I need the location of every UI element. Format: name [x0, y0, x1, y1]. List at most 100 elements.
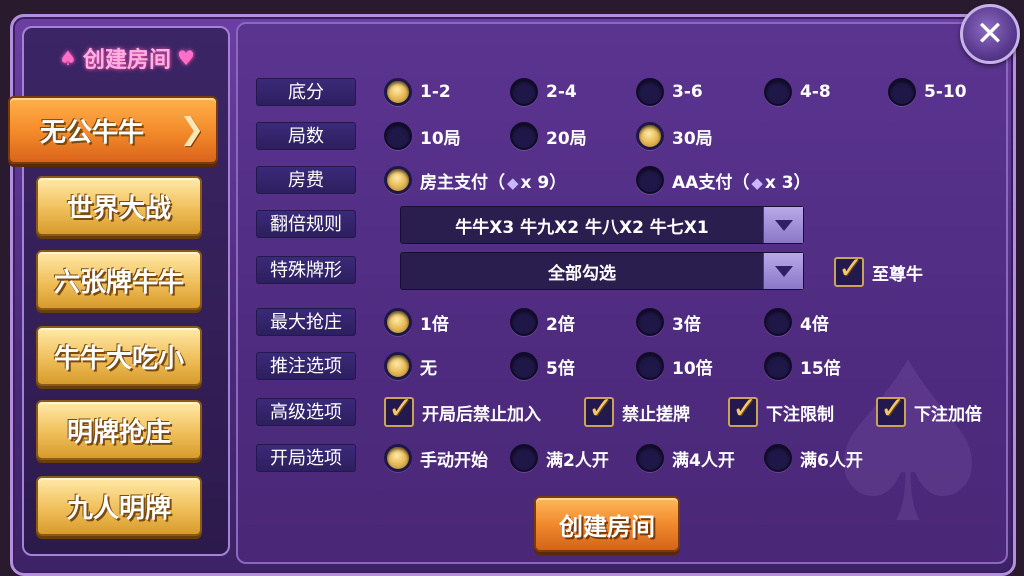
- radio[interactable]: [510, 122, 538, 150]
- option-label: 2-4: [546, 82, 577, 102]
- left-title-text: 创建房间: [82, 48, 171, 73]
- option-push-15x[interactable]: 15倍: [764, 350, 841, 382]
- option-no-join-after-start[interactable]: ✓ 开局后禁止加入: [384, 391, 541, 428]
- radio[interactable]: [510, 78, 538, 106]
- option-label: 满6人开: [800, 450, 863, 471]
- option-bid-4x[interactable]: 4倍: [764, 306, 829, 338]
- option-label: 20局: [546, 128, 587, 149]
- checkmark-icon: ✓: [732, 391, 758, 426]
- fee-amount: x 3）: [764, 172, 811, 193]
- option-label: 5-10: [924, 82, 967, 102]
- option-label: 15倍: [800, 358, 841, 379]
- option-label: 开局后禁止加入: [422, 404, 541, 425]
- option-push-none[interactable]: 无: [384, 350, 437, 382]
- option-push-10x[interactable]: 10倍: [636, 350, 713, 382]
- close-icon[interactable]: ✕: [960, 4, 1020, 64]
- option-bid-2x[interactable]: 2倍: [510, 306, 575, 338]
- radio-selected[interactable]: [384, 352, 412, 380]
- tab-label: 六张牌牛牛: [53, 267, 184, 298]
- tab-niuniu-big-eat-small[interactable]: 牛牛大吃小: [36, 326, 202, 386]
- option-manual-start[interactable]: 手动开始: [384, 442, 488, 474]
- option-label: 4-8: [800, 82, 831, 102]
- tab-open-card-banker[interactable]: 明牌抢庄: [36, 400, 202, 460]
- checkbox-checked[interactable]: ✓: [728, 391, 758, 427]
- chevron-down-icon[interactable]: [763, 207, 803, 243]
- row-push-bet: 推注选项 无 5倍 10倍 15倍: [238, 350, 1006, 386]
- radio[interactable]: [636, 308, 664, 336]
- row-max-banker-bid: 最大抢庄 1倍 2倍 3倍 4倍: [238, 306, 1006, 342]
- checkbox-checked[interactable]: ✓: [876, 391, 906, 427]
- radio[interactable]: [764, 78, 792, 106]
- diamond-icon: ◆: [507, 173, 519, 192]
- option-push-5x[interactable]: 5倍: [510, 350, 575, 382]
- heart-icon: ♥: [177, 46, 195, 70]
- row-advanced: 高级选项 ✓ 开局后禁止加入 ✓ 禁止搓牌 ✓ 下注限制 ✓ 下注加倍: [238, 391, 1006, 432]
- multiplier-rule-select[interactable]: 牛牛X3 牛九X2 牛八X2 牛七X1: [400, 206, 804, 244]
- checkmark-icon: ✓: [838, 251, 864, 286]
- radio[interactable]: [384, 122, 412, 150]
- radio[interactable]: [510, 352, 538, 380]
- option-rounds-30[interactable]: 30局: [636, 120, 713, 152]
- checkmark-icon: ✓: [388, 391, 414, 426]
- checkbox-checked[interactable]: ✓: [584, 391, 614, 427]
- radio[interactable]: [636, 444, 664, 472]
- radio[interactable]: [764, 352, 792, 380]
- option-label: 下注限制: [766, 404, 834, 425]
- fee-amount: x 9）: [520, 172, 567, 193]
- option-start-at-2[interactable]: 满2人开: [510, 442, 609, 474]
- option-label: 无: [420, 358, 437, 379]
- row-label: 翻倍规则: [256, 210, 356, 238]
- radio[interactable]: [510, 444, 538, 472]
- option-bet-limit[interactable]: ✓ 下注限制: [728, 391, 834, 428]
- option-fee-owner-pays[interactable]: 房主支付（ ◆ x 9）: [384, 164, 566, 196]
- row-label: 最大抢庄: [256, 308, 356, 336]
- tab-wugong-niuniu[interactable]: 无公牛牛 ❯: [8, 96, 218, 164]
- radio-selected[interactable]: [384, 166, 412, 194]
- checkbox-checked[interactable]: ✓: [384, 391, 414, 427]
- option-base-5-10[interactable]: 5-10: [888, 76, 967, 108]
- option-bid-1x[interactable]: 1倍: [384, 306, 449, 338]
- option-start-at-6[interactable]: 满6人开: [764, 442, 863, 474]
- radio[interactable]: [510, 308, 538, 336]
- radio[interactable]: [888, 78, 916, 106]
- radio-selected[interactable]: [384, 308, 412, 336]
- special-hands-select[interactable]: 全部勾选: [400, 252, 804, 290]
- tab-world-war[interactable]: 世界大战: [36, 176, 202, 236]
- radio[interactable]: [764, 444, 792, 472]
- tab-label: 九人明牌: [66, 493, 171, 524]
- option-start-at-4[interactable]: 满4人开: [636, 442, 735, 474]
- create-room-button[interactable]: 创建房间: [534, 496, 680, 552]
- radio[interactable]: [764, 308, 792, 336]
- tab-six-card-niuniu[interactable]: 六张牌牛牛: [36, 250, 202, 310]
- option-rounds-20[interactable]: 20局: [510, 120, 587, 152]
- row-label: 高级选项: [256, 398, 356, 426]
- row-label: 推注选项: [256, 352, 356, 380]
- option-bet-double[interactable]: ✓ 下注加倍: [876, 391, 982, 428]
- option-base-4-8[interactable]: 4-8: [764, 76, 831, 108]
- option-label: 1倍: [420, 314, 449, 335]
- row-label: 特殊牌形: [256, 256, 356, 284]
- radio-selected[interactable]: [384, 444, 412, 472]
- option-label: 3-6: [672, 82, 703, 102]
- checkbox-checked[interactable]: ✓: [834, 251, 864, 287]
- option-base-1-2[interactable]: 1-2: [384, 76, 451, 108]
- option-rounds-10[interactable]: 10局: [384, 120, 461, 152]
- checkmark-icon: ✓: [880, 391, 906, 426]
- option-label: 5倍: [546, 358, 575, 379]
- radio[interactable]: [636, 166, 664, 194]
- radio-selected[interactable]: [384, 78, 412, 106]
- radio[interactable]: [636, 78, 664, 106]
- chevron-down-icon[interactable]: [763, 253, 803, 289]
- radio[interactable]: [636, 352, 664, 380]
- option-no-card-rub[interactable]: ✓ 禁止搓牌: [584, 391, 690, 428]
- option-base-2-4[interactable]: 2-4: [510, 76, 577, 108]
- option-base-3-6[interactable]: 3-6: [636, 76, 703, 108]
- option-fee-aa[interactable]: AA支付（ ◆ x 3）: [636, 164, 811, 196]
- option-label: 禁止搓牌: [622, 404, 690, 425]
- option-supreme-niu[interactable]: ✓ 至尊牛: [834, 251, 923, 288]
- row-special-hands: 特殊牌形 全部勾选 ✓ 至尊牛: [238, 251, 1006, 292]
- tab-nine-player-open[interactable]: 九人明牌: [36, 476, 202, 536]
- radio-selected[interactable]: [636, 122, 664, 150]
- row-base-score: 底分 1-2 2-4 3-6 4-8 5-10: [238, 76, 1006, 112]
- option-bid-3x[interactable]: 3倍: [636, 306, 701, 338]
